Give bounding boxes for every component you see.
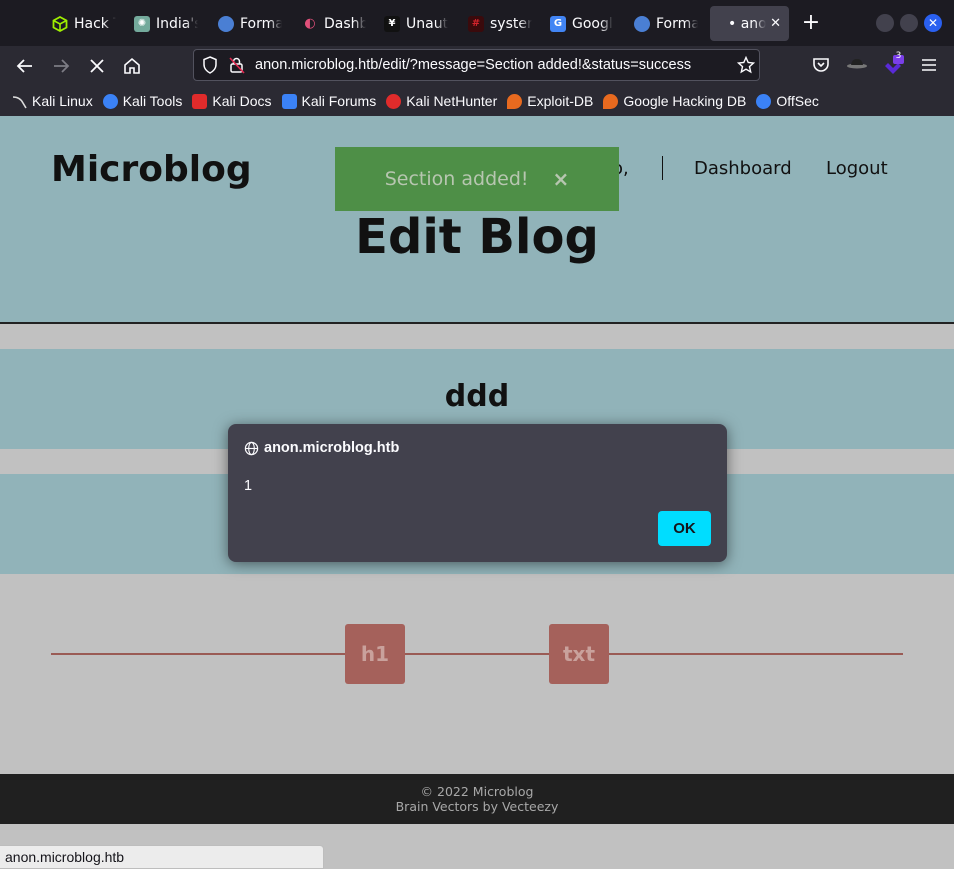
bookmark-kali-nethunter[interactable]: Kali NetHunter: [386, 93, 497, 109]
bookmark-label: OffSec: [776, 93, 819, 109]
tab-format-2[interactable]: Forma: [626, 6, 698, 41]
site-brand[interactable]: Microblog: [51, 149, 252, 190]
tab-label: Unaut: [406, 15, 448, 32]
nethunter-icon: [386, 93, 402, 109]
tab-close-icon[interactable]: ✕: [770, 16, 781, 31]
globe-icon: [244, 441, 259, 456]
exploit-db-icon: [507, 93, 523, 109]
tab-chatgpt[interactable]: ✺ India's: [126, 6, 198, 41]
new-tab-button[interactable]: +: [798, 10, 824, 36]
ok-button[interactable]: OK: [658, 511, 711, 546]
tab-anon-active[interactable]: • anon ✕: [710, 6, 789, 41]
nav-divider: [662, 156, 663, 180]
kali-tools-icon: [218, 15, 234, 32]
google-translate-icon: G: [550, 15, 566, 32]
bookmark-label: Kali NetHunter: [406, 93, 498, 109]
kali-tools-icon: [634, 15, 650, 32]
bookmark-label: Google Hacking DB: [623, 93, 747, 109]
bookmark-exploit-db[interactable]: Exploit-DB: [507, 93, 593, 109]
tab-google-translate[interactable]: G Googl: [542, 6, 614, 41]
tab-system[interactable]: # syster: [460, 6, 532, 41]
tab-label: Hack T: [74, 15, 116, 32]
dashboard-icon: ◐: [304, 16, 316, 31]
status-bar-url: anon.microblog.htb: [0, 845, 324, 869]
bookmark-kali-docs[interactable]: Kali Docs: [192, 93, 272, 109]
kali-tools-icon: [102, 93, 118, 109]
extension-badge-icon[interactable]: 3: [882, 51, 904, 77]
bookmark-label: Kali Tools: [122, 93, 183, 109]
navigation-toolbar: anon.microblog.htb/edit/?message=Section…: [0, 46, 954, 86]
tab-label: syster: [490, 15, 532, 32]
chatgpt-icon: ✺: [134, 15, 150, 32]
window-close-button[interactable]: ✕: [924, 14, 942, 32]
tab-dashboard[interactable]: ◐ Dashb: [294, 6, 366, 41]
tab-label: Googl: [572, 15, 613, 32]
bookmark-offsec[interactable]: OffSec: [756, 93, 819, 109]
tab-unauthorized[interactable]: ¥ Unaut: [376, 6, 448, 41]
nav-link-logout[interactable]: Logout: [826, 158, 888, 179]
tab-label: Forma: [656, 15, 698, 32]
nav-link-dashboard[interactable]: Dashboard: [694, 158, 792, 179]
tab-label: Forma: [240, 15, 282, 32]
toast-close-icon[interactable]: ×: [553, 167, 570, 191]
kali-forums-icon: [281, 93, 297, 109]
dialog-message: 1: [244, 478, 253, 494]
offsec-icon: [756, 93, 772, 109]
tab-label: Dashb: [324, 15, 366, 32]
bookmark-google-hacking-db[interactable]: Google Hacking DB: [603, 93, 746, 109]
add-h1-block-button[interactable]: h1: [345, 624, 405, 684]
url-bar[interactable]: anon.microblog.htb/edit/?message=Section…: [193, 49, 760, 81]
shield-icon[interactable]: [202, 56, 218, 79]
unauthorized-icon: ¥: [384, 15, 400, 32]
toast-message: Section added!: [384, 168, 529, 190]
bookmark-kali-forums[interactable]: Kali Forums: [281, 93, 377, 109]
spy-extension-icon[interactable]: [846, 55, 868, 77]
insecure-lock-icon[interactable]: [229, 56, 245, 79]
stop-loading-icon[interactable]: [86, 55, 108, 77]
site-header: Microblog o, Dashboard Logout Edit Blog …: [0, 116, 954, 324]
bookmarks-toolbar: Kali Linux Kali Tools Kali Docs Kali For…: [0, 86, 954, 116]
dialog-header: anon.microblog.htb: [244, 440, 399, 456]
add-txt-block-button[interactable]: txt: [549, 624, 609, 684]
footer-copyright: © 2022 Microblog: [420, 784, 534, 799]
bookmark-label: Exploit-DB: [527, 93, 594, 109]
site-footer: © 2022 Microblog Brain Vectors by Vectee…: [0, 774, 954, 824]
bookmark-label: Kali Docs: [212, 93, 272, 109]
tab-label: India's: [156, 15, 198, 32]
maximize-button[interactable]: [900, 14, 918, 32]
extension-badge-count: 3: [895, 51, 902, 61]
tab-format-1[interactable]: Forma: [210, 6, 282, 41]
alert-dialog: anon.microblog.htb 1 OK: [228, 424, 727, 562]
footer-credit[interactable]: Brain Vectors by Vecteezy: [0, 799, 954, 814]
kali-docs-icon: [192, 93, 208, 109]
tab-hackthebox[interactable]: Hack T: [44, 6, 116, 41]
hamburger-menu-icon[interactable]: [918, 55, 940, 77]
back-arrow-icon[interactable]: [14, 55, 36, 77]
forward-arrow-icon[interactable]: [50, 55, 72, 77]
bookmark-star-icon[interactable]: [736, 55, 756, 79]
success-toast: Section added! ×: [335, 147, 619, 211]
bookmark-label: Kali Forums: [301, 93, 377, 109]
url-text[interactable]: anon.microblog.htb/edit/?message=Section…: [255, 57, 691, 73]
bookmark-label: Kali Linux: [32, 93, 93, 109]
hackthebox-icon: [52, 15, 68, 32]
minimize-button[interactable]: [876, 14, 894, 32]
dialog-origin: anon.microblog.htb: [264, 440, 400, 456]
hash-icon: #: [468, 15, 484, 32]
ghdb-icon: [603, 93, 619, 109]
block-rail: [51, 653, 903, 655]
pocket-icon[interactable]: [810, 55, 832, 77]
bookmark-kali-linux[interactable]: Kali Linux: [12, 93, 93, 109]
home-icon[interactable]: [121, 55, 143, 77]
kali-dragon-icon: [12, 94, 27, 109]
tab-label: • anon: [728, 15, 766, 32]
tab-strip: Hack T ✺ India's Forma ◐ Dashb ¥ Unaut #…: [0, 0, 954, 46]
section-heading: ddd: [444, 379, 510, 414]
bookmark-kali-tools[interactable]: Kali Tools: [102, 93, 183, 109]
page-title: Edit Blog: [355, 209, 599, 265]
